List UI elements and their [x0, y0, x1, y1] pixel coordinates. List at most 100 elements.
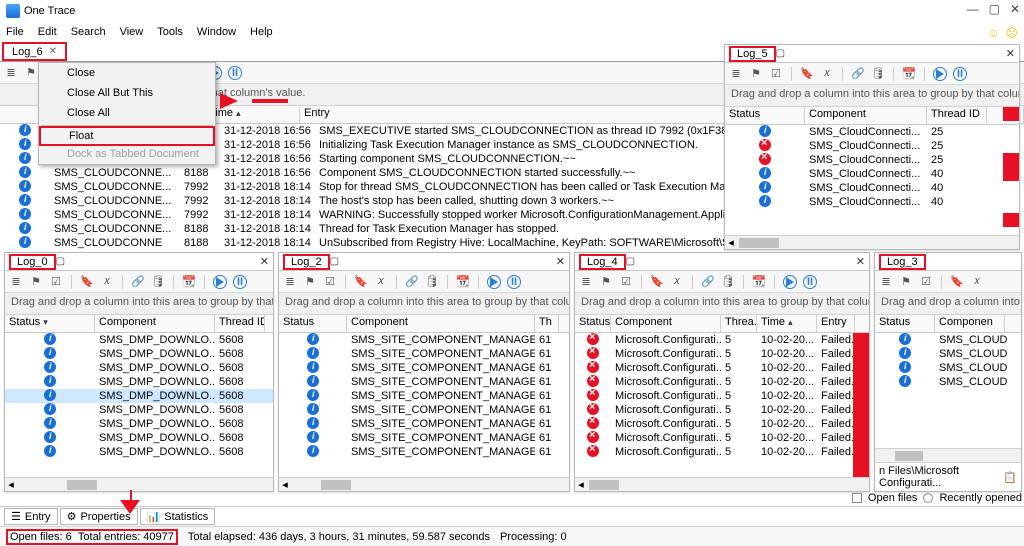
pane2-close-icon[interactable]: ✕ — [556, 255, 565, 268]
table-row[interactable]: SMS_SITE_COMPONENT_MANAGER61 — [279, 403, 569, 417]
table-row[interactable]: SMS_SITE_COMPONENT_MANAGER61 — [279, 445, 569, 459]
pane4-max-icon[interactable]: ▢ — [626, 256, 635, 267]
table-row[interactable]: SMS_CloudConnecti...25 — [725, 139, 1019, 153]
p5-col-comp[interactable]: Component — [805, 107, 927, 124]
ctx-float[interactable]: Float — [39, 126, 215, 146]
smile-icon[interactable]: ☺ — [987, 26, 999, 40]
table-row[interactable]: SMS_CloudConnecti...40 — [725, 181, 1019, 195]
p5-col-status[interactable]: Status — [725, 107, 805, 124]
p2-col-comp[interactable]: Component — [347, 315, 535, 332]
bottom-tab-statistics[interactable]: 📊Statistics — [140, 508, 216, 525]
table-row[interactable]: SMS_SITE_COMPONENT_MANAGER61 — [279, 347, 569, 361]
bottom-tab-entry[interactable]: ☰Entry — [4, 508, 58, 525]
minimize-button[interactable]: — — [967, 2, 979, 16]
table-row[interactable]: SMS_DMP_DOWNLO...5608 — [5, 333, 273, 347]
p3-col-status[interactable]: Status — [875, 315, 935, 332]
p2-hscroll[interactable]: ◂ — [279, 477, 569, 491]
table-row[interactable]: SMS_SITE_COMPONENT_MANAGER61 — [279, 417, 569, 431]
maximize-button[interactable]: ▢ — [989, 2, 1000, 16]
table-row[interactable]: Microsoft.Configurati...510-02-20...Fail… — [575, 403, 869, 417]
p4-hscroll[interactable]: ◂ — [575, 477, 869, 491]
table-row[interactable]: Microsoft.Configurati...510-02-20...Fail… — [575, 333, 869, 347]
ctx-close-all[interactable]: Close All — [39, 103, 215, 123]
menu-edit[interactable]: Edit — [38, 26, 57, 38]
table-row[interactable]: Microsoft.Configurati...510-02-20...Fail… — [575, 417, 869, 431]
table-row[interactable]: Microsoft.Configurati...510-02-20...Fail… — [575, 361, 869, 375]
flag-icon[interactable]: ⚑ — [24, 66, 38, 80]
table-row[interactable]: SMS_DMP_DOWNLO...5608 — [5, 403, 273, 417]
table-row[interactable]: SMS_DMP_DOWNLO...5608 — [5, 431, 273, 445]
p3-col-comp[interactable]: Componen — [935, 315, 1005, 332]
table-row[interactable]: SMS_CLOUD — [875, 333, 1021, 347]
table-row[interactable]: SMS_CloudConnecti...25 — [725, 153, 1019, 167]
table-row[interactable]: Microsoft.Configurati...510-02-20...Fail… — [575, 375, 869, 389]
pane2-tab[interactable]: Log_2 — [283, 254, 330, 270]
pane5-tab[interactable]: Log_5 — [729, 46, 776, 62]
p0-col-comp[interactable]: Component — [95, 315, 215, 332]
pane0-tab[interactable]: Log_0 — [9, 254, 56, 270]
menu-tools[interactable]: Tools — [157, 26, 183, 38]
table-row[interactable]: SMS_CloudConnecti...40 — [725, 195, 1019, 209]
table-row[interactable]: SMS_DMP_DOWNLO...5608 — [5, 375, 273, 389]
pane0-max-icon[interactable]: ▢ — [56, 256, 65, 267]
p4-col-comp[interactable]: Component — [611, 315, 721, 332]
menu-help[interactable]: Help — [250, 26, 273, 38]
pane4-tab[interactable]: Log_4 — [579, 254, 626, 270]
menu-search[interactable]: Search — [71, 26, 106, 38]
p3-hscroll[interactable] — [875, 448, 1021, 462]
pane0-close-icon[interactable]: ✕ — [260, 255, 269, 268]
pane4-close-icon[interactable]: ✕ — [856, 255, 865, 268]
openfiles-icon[interactable] — [852, 493, 862, 503]
table-row[interactable]: SMS_DMP_DOWNLO...5608 — [5, 361, 273, 375]
pane2-max-icon[interactable]: ▢ — [330, 256, 339, 267]
tool-icon[interactable]: ≣ — [4, 66, 18, 80]
table-row[interactable]: SMS_CloudConnecti...40 — [725, 167, 1019, 181]
menu-file[interactable]: File — [6, 26, 24, 38]
pane5-groupby[interactable]: Drag and drop a column into this area to… — [725, 85, 1019, 107]
recent-icon[interactable] — [923, 493, 933, 503]
table-row[interactable]: SMS_SITE_COMPONENT_MANAGER61 — [279, 333, 569, 347]
table-row[interactable]: Microsoft.Configurati...510-02-20...Fail… — [575, 347, 869, 361]
menu-view[interactable]: View — [120, 26, 144, 38]
p4-col-threa[interactable]: Threa... — [721, 315, 757, 332]
table-row[interactable]: SMS_CloudConnecti...25 — [725, 125, 1019, 139]
menu-window[interactable]: Window — [197, 26, 236, 38]
frown-icon[interactable]: ☹ — [1005, 26, 1018, 40]
p0-col-tid[interactable]: Thread ID — [215, 315, 265, 332]
p2-col-status[interactable]: Status — [279, 315, 347, 332]
table-row[interactable]: SMS_CLOUD — [875, 375, 1021, 389]
pane4-groupby[interactable]: Drag and drop a column into this area to… — [575, 293, 869, 315]
p4-col-entry[interactable]: Entry — [817, 315, 855, 332]
table-row[interactable]: SMS_SITE_COMPONENT_MANAGER61 — [279, 389, 569, 403]
table-row[interactable]: SMS_CLOUD — [875, 347, 1021, 361]
ctx-close-all-but[interactable]: Close All But This — [39, 83, 215, 103]
p5-hscroll[interactable]: ◂ — [725, 235, 1019, 249]
p0-col-status[interactable]: Status ▾ — [5, 315, 95, 332]
pane5-close-icon[interactable]: ✕ — [1006, 47, 1015, 60]
table-row[interactable]: SMS_DMP_DOWNLO...5608 — [5, 445, 273, 459]
pane2-groupby[interactable]: Drag and drop a column into this area to… — [279, 293, 569, 315]
table-row[interactable]: Microsoft.Configurati...510-02-20...Fail… — [575, 445, 869, 459]
table-row[interactable]: SMS_SITE_COMPONENT_MANAGER61 — [279, 361, 569, 375]
table-row[interactable]: Microsoft.Configurati...510-02-20...Fail… — [575, 389, 869, 403]
table-row[interactable]: SMS_DMP_DOWNLO...5608 — [5, 389, 273, 403]
p5-col-tid[interactable]: Thread ID — [927, 107, 987, 124]
close-button[interactable]: ✕ — [1010, 2, 1020, 16]
p2-col-th[interactable]: Th — [535, 315, 559, 332]
table-row[interactable]: SMS_CLOUD — [875, 361, 1021, 375]
p0-hscroll[interactable]: ◂ — [5, 477, 273, 491]
table-row[interactable]: SMS_DMP_DOWNLO...5608 — [5, 417, 273, 431]
ctx-close[interactable]: Close — [39, 63, 215, 83]
tab-close-icon[interactable]: ✕ — [49, 46, 57, 57]
pane0-groupby[interactable]: Drag and drop a column into this area to… — [5, 293, 273, 315]
pause-button[interactable]: II — [228, 66, 242, 80]
table-row[interactable]: SMS_SITE_COMPONENT_MANAGER61 — [279, 375, 569, 389]
table-row[interactable]: SMS_DMP_DOWNLO...5608 — [5, 347, 273, 361]
p4-col-status[interactable]: Status — [575, 315, 611, 332]
table-row[interactable]: SMS_SITE_COMPONENT_MANAGER61 — [279, 431, 569, 445]
p4-col-time[interactable]: Time ▴ — [757, 315, 817, 332]
tab-log6[interactable]: Log_6 ✕ — [2, 42, 67, 61]
pane5-max-icon[interactable]: ▢ — [776, 48, 785, 59]
table-row[interactable]: Microsoft.Configurati...510-02-20...Fail… — [575, 431, 869, 445]
pane3-groupby[interactable]: Drag and drop a column into this a — [875, 293, 1021, 315]
